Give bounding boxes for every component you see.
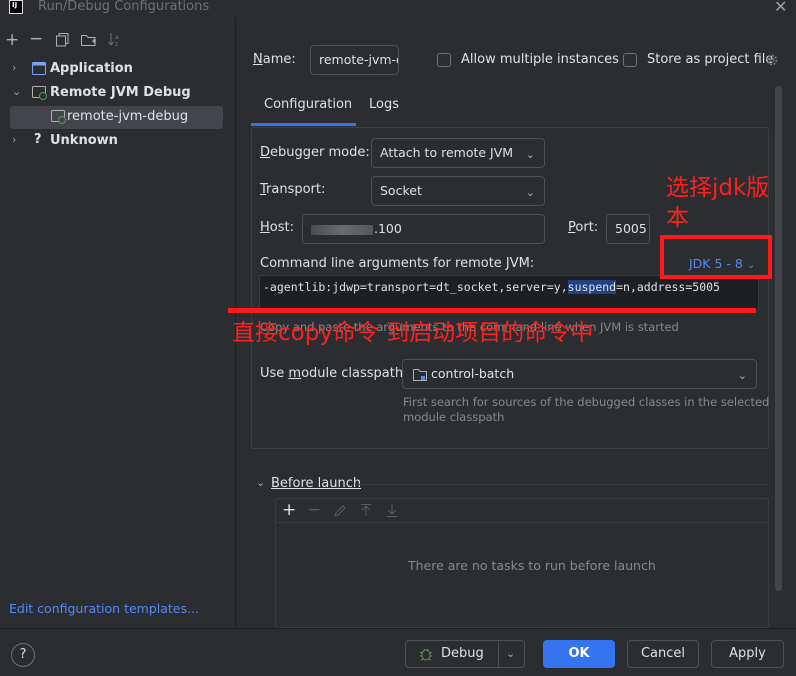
tree-item-unknown[interactable]: › ? Unknown: [10, 130, 223, 153]
allow-multiple-instances-label: Allow multiple instances: [461, 52, 619, 67]
debug-button[interactable]: Debug: [441, 641, 484, 667]
annotation-jdk-note-line2: 本: [666, 205, 689, 231]
app-logo: IJ: [9, 0, 23, 14]
before-launch-toolbar: [276, 499, 768, 523]
chevron-down-icon: ⌄: [525, 148, 535, 161]
before-launch-empty-text: There are no tasks to run before launch: [408, 558, 656, 573]
svg-text:z: z: [115, 41, 118, 47]
window-title: Run/Debug Configurations: [38, 0, 210, 14]
host-input[interactable]: .100: [302, 214, 545, 244]
svg-text:a: a: [115, 34, 119, 41]
transport-label: Transport:: [260, 182, 326, 197]
tree-item-remote-jvm-debug-config[interactable]: remote-jvm-debug: [10, 106, 223, 129]
pencil-icon: [334, 505, 346, 517]
debug-dropdown-button[interactable]: ⌄: [506, 641, 515, 667]
tree-item-remote-jvm-debug[interactable]: ⌄ Remote JVM Debug: [10, 82, 223, 105]
port-input[interactable]: 5005: [606, 214, 650, 244]
bug-icon: [419, 647, 433, 661]
remove-configuration-button[interactable]: −: [29, 29, 43, 49]
allow-multiple-instances-checkbox[interactable]: [437, 53, 451, 67]
transport-select[interactable]: Socket ⌄: [371, 176, 545, 206]
store-as-project-file-label: Store as project file: [647, 52, 774, 67]
module-classpath-label: Use module classpath:: [260, 366, 408, 381]
close-window-button[interactable]: ✕: [774, 0, 787, 16]
folder-plus-icon: [81, 35, 96, 46]
help-button[interactable]: ?: [11, 643, 35, 667]
add-configuration-button[interactable]: +: [5, 30, 19, 50]
chevron-right-icon[interactable]: ›: [12, 133, 16, 146]
port-label: Port:: [568, 220, 599, 235]
remove-task-button[interactable]: −: [307, 500, 321, 520]
annotation-highlight-box: [660, 235, 772, 279]
apply-button[interactable]: Apply: [711, 640, 784, 668]
tree-item-label: remote-jvm-debug: [67, 109, 189, 124]
move-task-down-button[interactable]: [386, 504, 398, 517]
gear-icon[interactable]: [765, 53, 779, 67]
module-folder-icon: [413, 368, 427, 381]
vertical-scrollbar[interactable]: [775, 86, 782, 591]
chevron-down-icon[interactable]: ⌄: [256, 476, 265, 489]
new-folder-button[interactable]: [81, 33, 97, 47]
copy-configuration-button[interactable]: [56, 33, 69, 47]
debug-button-group: Debug ⌄: [405, 640, 525, 668]
sort-configurations-button[interactable]: az: [108, 32, 122, 47]
annotation-copy-note: 直接copy命令 到启动项目的命令中: [232, 320, 594, 346]
tree-item-application[interactable]: › Application: [10, 58, 223, 81]
chevron-down-icon[interactable]: ⌄: [12, 85, 21, 98]
selected-text: suspend: [567, 280, 617, 294]
redacted-host-blur: [311, 224, 373, 235]
before-launch-divider: [355, 484, 769, 485]
debugger-mode-label: Debugger mode:: [260, 145, 370, 160]
command-line-args-label: Command line arguments for remote JVM:: [260, 256, 535, 271]
split-divider: [498, 641, 499, 667]
transport-value: Socket: [380, 183, 422, 198]
name-label: Name:: [253, 52, 296, 67]
module-classpath-select[interactable]: control-batch ⌄: [402, 359, 757, 389]
chevron-down-icon: ⌄: [525, 186, 535, 199]
cancel-button[interactable]: Cancel: [627, 640, 699, 668]
module-classpath-hint-2: module classpath: [403, 410, 505, 424]
before-launch-label[interactable]: Before launch: [271, 476, 361, 491]
copy-icon: [56, 33, 69, 47]
chevron-right-icon[interactable]: ›: [12, 61, 16, 74]
edit-task-button[interactable]: [334, 504, 347, 517]
host-value: .100: [374, 221, 402, 236]
arrow-down-icon: [387, 504, 397, 517]
module-classpath-value: control-batch: [431, 366, 515, 381]
add-task-button[interactable]: +: [282, 500, 296, 520]
command-line-args-field[interactable]: -agentlib:jdwp=transport=dt_socket,serve…: [259, 275, 759, 311]
unknown-icon: ?: [34, 132, 42, 147]
name-input[interactable]: remote-jvm-d: [310, 45, 399, 75]
application-icon: [32, 62, 46, 75]
ok-button[interactable]: OK: [543, 640, 615, 668]
move-task-up-button[interactable]: [360, 504, 372, 517]
debugger-mode-select[interactable]: Attach to remote JVM ⌄: [371, 138, 545, 168]
active-tab-indicator: [251, 123, 356, 126]
annotation-underline: [228, 308, 756, 313]
module-classpath-hint-1: First search for sources of the debugged…: [403, 395, 770, 409]
tab-logs[interactable]: Logs: [369, 97, 399, 112]
tree-item-label: Unknown: [50, 133, 118, 148]
sort-icon: az: [108, 33, 119, 47]
debugger-mode-value: Attach to remote JVM: [380, 145, 514, 160]
chevron-down-icon: ⌄: [737, 369, 747, 382]
remote-debug-icon: [32, 86, 47, 100]
tab-configuration[interactable]: Configuration: [264, 97, 352, 112]
store-as-project-file-checkbox[interactable]: [623, 53, 637, 67]
edit-configuration-templates-link[interactable]: Edit configuration templates...: [9, 601, 199, 616]
tree-item-label: Application: [50, 61, 133, 76]
host-label: Host:: [260, 220, 294, 235]
arrow-up-icon: [361, 504, 371, 516]
annotation-jdk-note-line1: 选择jdk版: [666, 175, 770, 201]
remote-debug-config-icon: [51, 110, 66, 124]
tree-item-label: Remote JVM Debug: [50, 85, 191, 100]
